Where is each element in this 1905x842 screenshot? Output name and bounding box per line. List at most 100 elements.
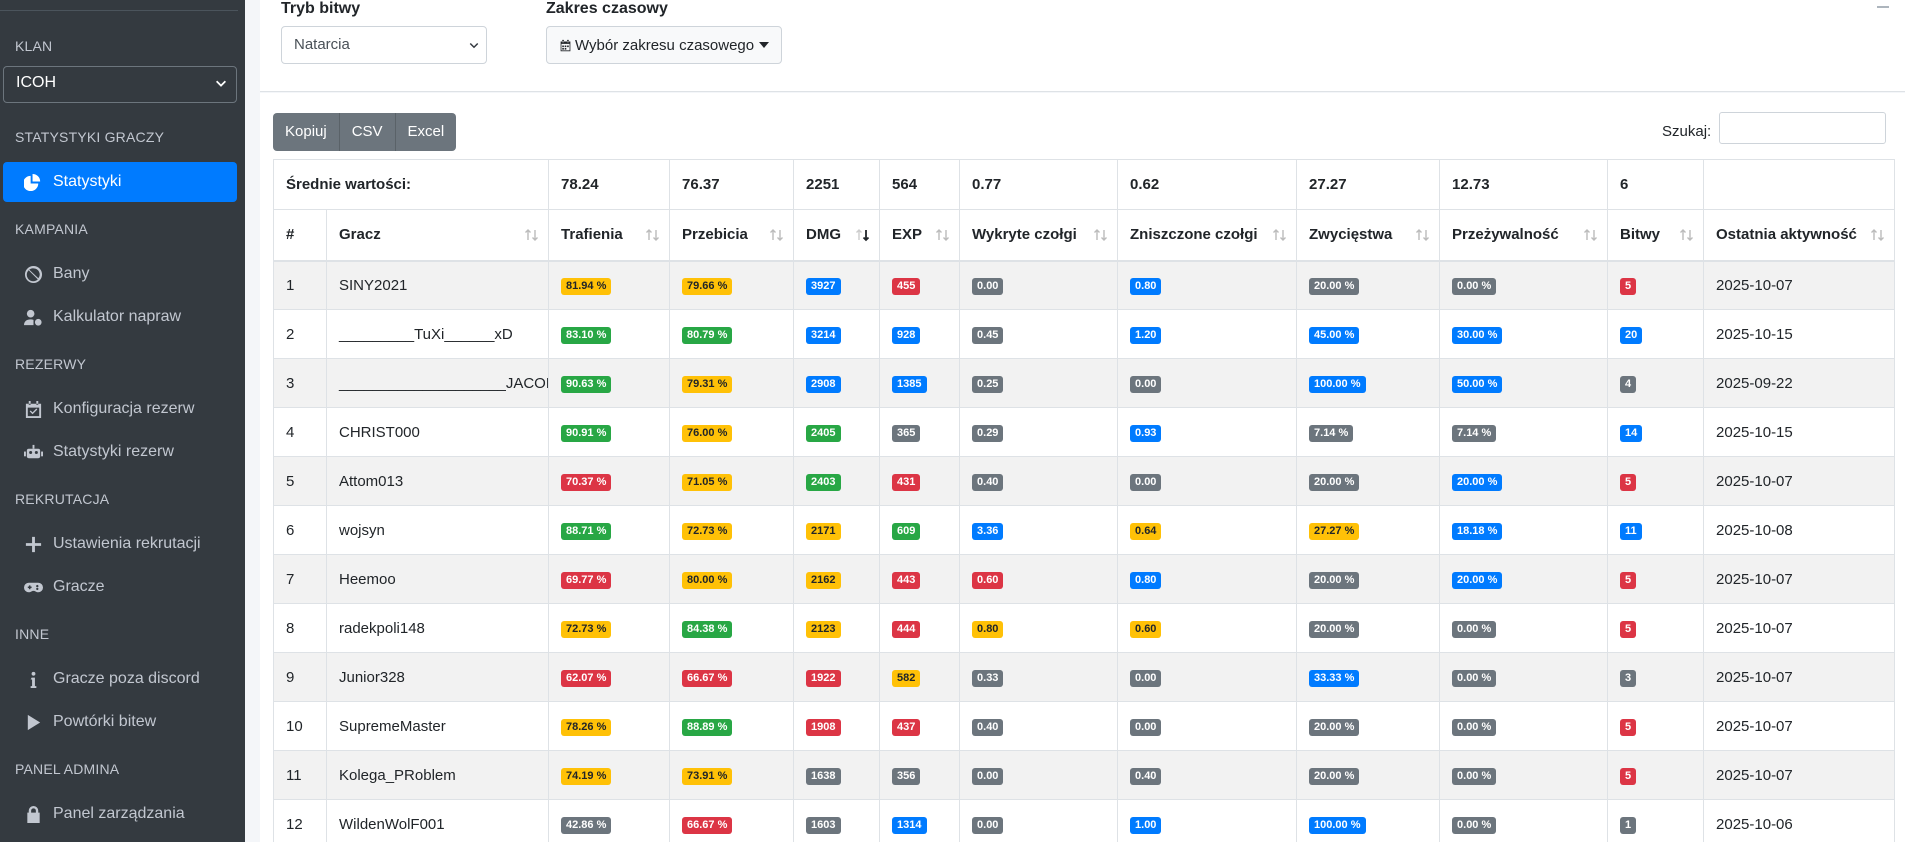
column-header[interactable]: # [273,209,327,262]
sort-icon [1273,229,1287,241]
row-number: 10 [273,701,327,751]
battle-mode-label: Tryb bitwy [281,0,361,17]
sidebar-item-ustawienia-rekrutacji[interactable]: Ustawienia rekrutacji [3,524,237,564]
stat-badge: 72.73 % [561,620,612,638]
clan-select[interactable]: ICOH [3,66,237,103]
stat-cell: 0.00 % [1439,260,1609,310]
column-header[interactable]: Ostatnia aktywność [1703,209,1896,262]
stat-badge: 0.40 [1130,767,1162,785]
average-cell: 2251 [793,159,881,210]
stat-badge: 437 [892,718,921,736]
sidebar-header: INNE [15,626,50,642]
stat-cell: 0.00 [1117,358,1298,408]
stat-badge: 5 [1620,473,1637,491]
stat-cell: 356 [879,750,961,800]
stat-badge: 0.00 [972,277,1004,295]
stat-badge: 88.89 % [682,718,733,736]
column-header[interactable]: Bitwy [1607,209,1705,262]
stat-badge: 2171 [806,522,841,540]
table-row[interactable]: 8 radekpoli148 72.73 % 84.38 % 2123 444 0.80 0.… [273,603,1896,653]
stat-badge: 80.00 % [682,571,733,589]
stat-cell: 20.00 % [1296,603,1441,653]
column-header-label: Zwycięstwa [1309,226,1393,244]
table-row[interactable]: 12 WildenWolF001 42.86 % 66.67 % 1603 1314 0.0… [273,799,1896,842]
row-number: 7 [273,554,327,604]
column-header-label: Ostatnia aktywność [1716,226,1857,244]
column-header[interactable]: Wykryte czołgi [959,209,1119,262]
sidebar-item-gracze[interactable]: Gracze [3,567,237,607]
sidebar-item-label: Panel zarządzania [53,805,185,822]
stat-cell: 582 [879,652,961,702]
stat-badge: 20 [1620,326,1643,344]
sidebar-item-label: Bany [53,265,90,282]
player-name: Heemoo [325,554,550,604]
sidebar-divider [0,10,238,11]
stat-badge: 73.91 % [682,767,733,785]
column-header[interactable]: Przeżywalność [1439,209,1609,262]
stat-badge: 1385 [892,375,927,393]
sidebar-item-gracze-poza-discord[interactable]: Gracze poza discord [3,659,237,699]
table-row[interactable]: 4 CHRIST000 90.91 % 76.00 % 2405 365 0.29 0.93 7… [273,407,1896,457]
stat-cell: 45.00 % [1296,309,1441,359]
column-header[interactable]: DMG [793,209,881,262]
sidebar-item-statystyki-rezerw[interactable]: Statystyki rezerw [3,432,237,472]
user-cog-icon [22,306,44,328]
sidebar-item-bany[interactable]: Bany [3,254,237,294]
copy-button[interactable]: Kopiuj [273,113,340,151]
sidebar-item-label: Gracze poza discord [53,670,200,687]
sidebar-item-label: Powtórki bitew [53,713,157,730]
column-header[interactable]: EXP [879,209,961,262]
last-activity: 2025-10-07 [1703,456,1896,506]
stat-cell: 76.00 % [669,407,795,457]
table-row[interactable]: 10 SupremeMaster 78.26 % 88.89 % 1908 437 0.40… [273,701,1896,751]
stat-badge: 27.27 % [1309,522,1360,540]
stat-badge: 78.26 % [561,718,612,736]
stat-cell: 90.91 % [548,407,671,457]
sidebar-item-panel-zarządzania[interactable]: Panel zarządzania [3,794,237,834]
last-activity: 2025-10-08 [1703,505,1896,555]
search-input[interactable] [1719,112,1886,144]
table-row[interactable]: 1 SINY2021 81.94 % 79.66 % 3927 455 0.00 0.80 20… [273,260,1896,310]
stat-badge: 0.40 [972,718,1004,736]
table-row[interactable]: 9 Junior328 62.07 % 66.67 % 1922 582 0.33 0.00 3… [273,652,1896,702]
minimize-icon[interactable] [1877,6,1889,8]
stat-cell: 0.00 % [1439,603,1609,653]
sidebar-item-kalkulator-napraw[interactable]: Kalkulator napraw [3,297,237,337]
time-range-button[interactable]: Wybór zakresu czasowego [546,26,783,64]
table-row[interactable]: 3 ____________________JACOB 90.63 % 79.31 %… [273,358,1896,408]
table-row[interactable]: 6 wojsyn 88.71 % 72.73 % 2171 609 3.36 0.64 27.2… [273,505,1896,555]
row-number: 3 [273,358,327,408]
column-header[interactable]: Gracz [325,209,550,262]
stat-badge: 62.07 % [561,669,612,687]
sidebar-item-powtórki-bitew[interactable]: Powtórki bitew [3,702,237,742]
excel-button[interactable]: Excel [395,113,457,151]
column-header[interactable]: Trafienia [548,209,671,262]
stat-badge: 0.00 % [1452,620,1497,638]
stat-badge: 431 [892,473,921,491]
stat-badge: 1908 [806,718,841,736]
average-cell [1703,159,1896,210]
stat-badge: 455 [892,277,921,295]
stat-badge: 0.25 [972,375,1004,393]
column-header[interactable]: Przebicia [669,209,795,262]
player-name: Kolega_PRoblem [325,750,550,800]
column-header[interactable]: Zniszczone czołgi [1117,209,1298,262]
battle-mode-select[interactable]: Natarcia [281,26,487,64]
export-button-group: Kopiuj CSV Excel [273,113,457,151]
sidebar-item-statystyki[interactable]: Statystyki [3,162,237,202]
table-row[interactable]: 7 Heemoo 69.77 % 80.00 % 2162 443 0.60 0.80 20.0… [273,554,1896,604]
sidebar-item-wyloguj[interactable]: Wyloguj [3,837,237,842]
stat-badge: 30.00 % [1452,326,1503,344]
sidebar-item-konfiguracja-rezerw[interactable]: Konfiguracja rezerw [3,389,237,429]
table-row[interactable]: 11 Kolega_PRoblem 74.19 % 73.91 % 1638 356 0.0… [273,750,1896,800]
stat-cell: 0.60 [959,554,1119,604]
stat-badge: 0.00 % [1452,767,1497,785]
table-row[interactable]: 5 Attom013 70.37 % 71.05 % 2403 431 0.40 0.00 20… [273,456,1896,506]
stat-badge: 2162 [806,571,841,589]
csv-button[interactable]: CSV [339,113,396,151]
column-header[interactable]: Zwycięstwa [1296,209,1441,262]
player-name: SupremeMaster [325,701,550,751]
table-row[interactable]: 2 _________TuXi______xD 83.10 % 80.79 % 3214… [273,309,1896,359]
stat-cell: 0.00 [959,750,1119,800]
stat-cell: 5 [1607,456,1705,506]
